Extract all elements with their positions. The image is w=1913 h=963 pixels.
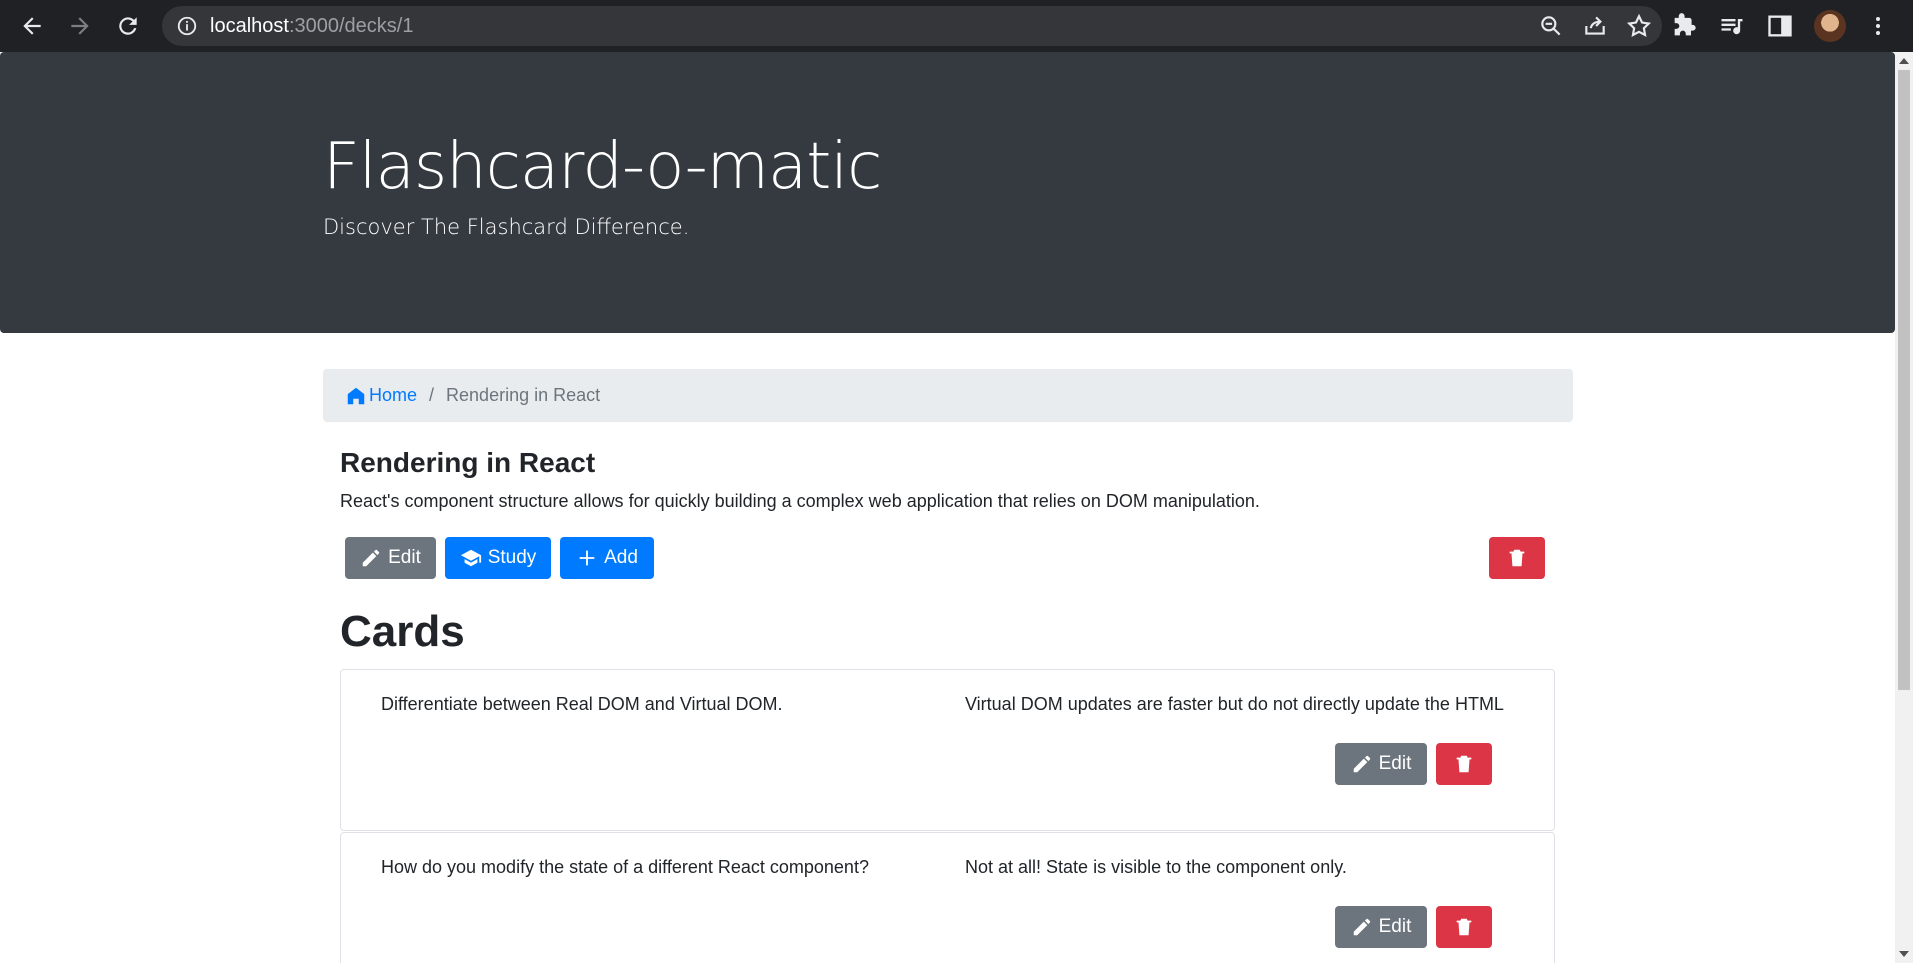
breadcrumb: Home / Rendering in React [323,369,1573,422]
delete-card-button[interactable] [1436,906,1492,948]
breadcrumb-current: Rendering in React [446,385,601,405]
delete-deck-button[interactable] [1489,537,1545,579]
edit-deck-button[interactable]: Edit [345,537,436,579]
url-host: localhost [210,14,289,37]
arrow-left-icon [23,17,41,35]
reload-button[interactable] [104,2,152,50]
forward-button[interactable] [56,2,104,50]
reload-icon [119,17,137,35]
card-item: How do you modify the state of a differe… [340,832,1555,963]
app-subtitle: Discover The Flashcard Difference. [323,215,690,239]
arrow-right-icon [71,17,89,35]
card-front-text: How do you modify the state of a differe… [381,857,869,877]
card-item: Differentiate between Real DOM and Virtu… [340,669,1555,831]
home-icon [347,387,365,404]
side-panel-icon[interactable] [1766,12,1794,40]
extensions-icon[interactable] [1670,12,1698,40]
plus-icon [579,550,595,566]
pencil-icon [362,549,380,567]
add-card-button[interactable]: Add [560,537,654,579]
scroll-thumb[interactable] [1898,70,1910,690]
bookmark-star-icon[interactable] [1626,13,1652,39]
browser-toolbar: localhost:3000/decks/1 [0,0,1913,52]
cards-heading: Cards [340,607,465,656]
zoom-icon[interactable] [1538,13,1564,39]
media-control-icon[interactable] [1718,12,1746,40]
trash-icon [1456,918,1472,936]
graduation-cap-icon [460,549,481,567]
study-deck-button[interactable]: Study [445,537,551,579]
breadcrumb-home-label: Home [369,385,418,405]
info-icon[interactable] [176,15,198,37]
app-title: Flashcard-o-matic [323,130,882,204]
edit-card-label: Edit [1378,753,1412,774]
card-back-text: Virtual DOM updates are faster but do no… [965,694,1504,714]
scroll-down-arrow[interactable] [1895,947,1913,961]
study-deck-label: Study [487,547,537,568]
address-bar[interactable]: localhost:3000/decks/1 [162,6,1662,46]
scroll-up-arrow[interactable] [1895,54,1913,68]
share-icon[interactable] [1582,13,1608,39]
url-path: :3000/decks/1 [288,14,414,37]
vertical-scrollbar[interactable] [1895,52,1913,963]
edit-card-label: Edit [1378,916,1412,937]
pencil-icon [1353,918,1370,936]
breadcrumb-home-link[interactable]: Home [345,385,417,407]
profile-avatar[interactable] [1814,10,1846,42]
url-text[interactable]: localhost:3000/decks/1 [210,15,413,38]
breadcrumb-separator: / [429,385,435,405]
card-back-text: Not at all! State is visible to the comp… [965,857,1347,877]
delete-card-button[interactable] [1436,743,1492,785]
header-jumbotron: Flashcard-o-matic Discover The Flashcard… [0,52,1895,333]
trash-icon [1509,549,1525,567]
trash-icon [1456,755,1472,773]
add-card-label: Add [604,547,638,568]
edit-deck-label: Edit [388,547,421,568]
page-viewport: Flashcard-o-matic Discover The Flashcard… [0,52,1913,963]
edit-card-button[interactable]: Edit [1335,743,1427,785]
deck-description: React's component structure allows for q… [340,491,1260,511]
more-menu-icon[interactable] [1866,12,1890,40]
pencil-icon [1353,755,1370,773]
card-front-text: Differentiate between Real DOM and Virtu… [381,694,783,714]
back-button[interactable] [8,2,56,50]
edit-card-button[interactable]: Edit [1335,906,1427,948]
deck-title: Rendering in React [340,447,596,478]
